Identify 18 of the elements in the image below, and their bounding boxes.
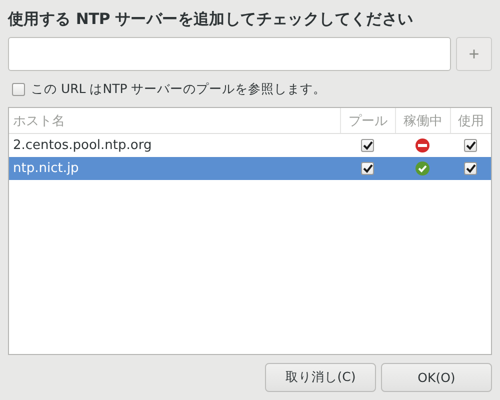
add-button[interactable]: + bbox=[456, 37, 492, 71]
column-header[interactable]: 稼働中 bbox=[395, 108, 450, 133]
host-name: 2.centos.pool.ntp.org bbox=[13, 138, 152, 153]
server-input-field[interactable] bbox=[8, 37, 451, 71]
column-header[interactable]: プール bbox=[340, 108, 395, 133]
checkbox-label: この URL はNTP サーバーのプールを参照します。 bbox=[31, 80, 326, 98]
checkbox[interactable] bbox=[361, 162, 374, 175]
cancel-button[interactable]: 取り消し(C) bbox=[265, 363, 376, 392]
checkbox[interactable] bbox=[464, 162, 477, 175]
table-row[interactable]: ntp.nict.jp bbox=[9, 157, 491, 180]
checkbox[interactable] bbox=[361, 139, 374, 152]
host-name: ntp.nict.jp bbox=[13, 161, 79, 176]
dialog-title: 使用する NTP サーバーを追加してチェックしてください bbox=[8, 9, 414, 30]
checkbox[interactable] bbox=[12, 82, 25, 96]
column-header[interactable]: ホスト名 bbox=[9, 108, 340, 133]
column-header[interactable]: 使用 bbox=[450, 108, 491, 133]
checkbox[interactable] bbox=[464, 139, 477, 152]
ok-button[interactable]: OK(O) bbox=[381, 363, 492, 392]
